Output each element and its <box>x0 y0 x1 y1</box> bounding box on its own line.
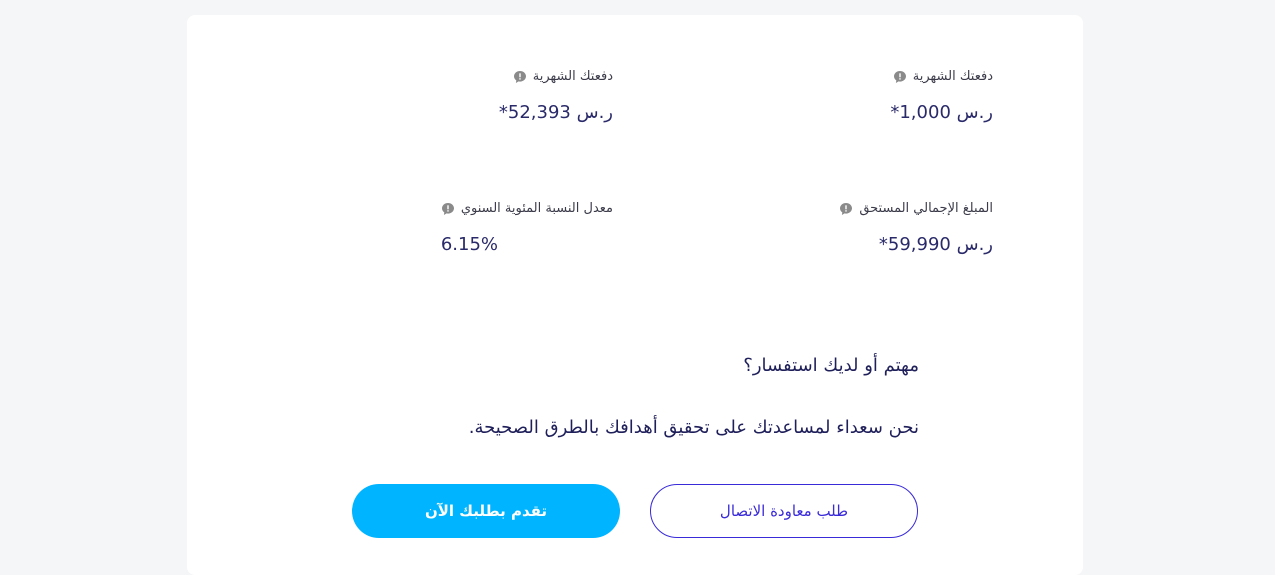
total-amount-value: ر.س 59,990* <box>878 234 993 255</box>
total-amount-label-row: المبلغ الإجمالي المستحق <box>839 201 993 216</box>
monthly-payment-stat: دفعتك الشهرية ر.س 1,000* <box>890 69 993 123</box>
financing-summary-card: دفعتك الشهرية ر.س 1,000* دفعتك الشهرية ر… <box>187 15 1083 575</box>
monthly-payment-secondary-label-row: دفعتك الشهرية <box>499 69 613 84</box>
apr-label-row: معدل النسبة المئوية السنوي <box>441 201 613 216</box>
monthly-payment-secondary-label: دفعتك الشهرية <box>532 69 613 84</box>
apr-label: معدل النسبة المئوية السنوي <box>460 201 613 216</box>
monthly-payment-label-row: دفعتك الشهرية <box>890 69 993 84</box>
apr-stat: معدل النسبة المئوية السنوي 6.15% <box>441 201 613 255</box>
info-icon[interactable] <box>513 70 527 84</box>
total-amount-label: المبلغ الإجمالي المستحق <box>859 201 993 216</box>
cta-title: مهتم أو لديك استفسار؟ <box>743 355 919 376</box>
info-icon[interactable] <box>441 202 455 216</box>
apply-now-button[interactable]: تقدم بطلبك الآن <box>352 484 620 538</box>
total-amount-stat: المبلغ الإجمالي المستحق ر.س 59,990* <box>839 201 993 255</box>
apr-value: 6.15% <box>440 234 498 255</box>
info-icon[interactable] <box>839 202 853 216</box>
monthly-payment-secondary-stat: دفعتك الشهرية ر.س 52,393* <box>499 69 613 123</box>
monthly-payment-value: ر.س 1,000* <box>890 102 993 123</box>
monthly-payment-secondary-value: ر.س 52,393* <box>498 102 613 123</box>
info-icon[interactable] <box>893 70 907 84</box>
request-callback-button[interactable]: طلب معاودة الاتصال <box>650 484 918 538</box>
cta-subtitle: نحن سعداء لمساعدتك على تحقيق أهدافك بالط… <box>468 417 919 438</box>
monthly-payment-label: دفعتك الشهرية <box>912 69 993 84</box>
